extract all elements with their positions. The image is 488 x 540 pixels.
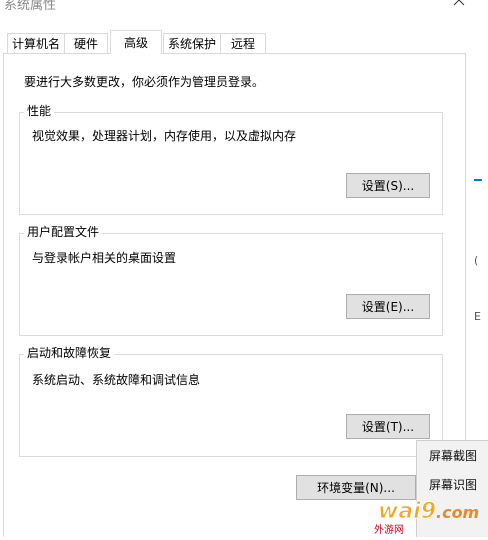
user-profiles-group: [19, 233, 443, 336]
menu-item-screenshot[interactable]: 屏幕截图: [417, 445, 488, 467]
tab-system-protection[interactable]: 系统保护: [163, 33, 221, 53]
title-bar: 系统属性: [0, 0, 488, 13]
tab-computer-name[interactable]: 计算机名: [7, 33, 65, 53]
tab-hardware[interactable]: 硬件: [64, 33, 108, 53]
edge-fragment-2: E: [474, 310, 481, 323]
system-properties-window: 系统属性 计算机名 硬件 高级 系统保护 远程 要进行大多数更改，你必须作为管理…: [0, 0, 488, 537]
performance-legend: 性能: [24, 104, 55, 118]
window-title: 系统属性: [4, 0, 57, 13]
startup-recovery-group: [19, 354, 443, 457]
admin-notice: 要进行大多数更改，你必须作为管理员登录。: [24, 75, 265, 89]
user-profiles-description: 与登录帐户相关的桌面设置: [32, 251, 177, 265]
edge-accent-line: [474, 179, 482, 181]
close-icon: [453, 0, 465, 6]
user-profiles-settings-button[interactable]: 设置(E)...: [346, 294, 430, 319]
user-profiles-legend: 用户配置文件: [24, 225, 103, 239]
environment-variables-button[interactable]: 环境变量(N)...: [296, 475, 416, 500]
tab-advanced[interactable]: 高级: [110, 30, 162, 54]
screenshot-context-menu: 屏幕截图 屏幕识图: [416, 440, 488, 537]
tab-remote[interactable]: 远程: [220, 33, 266, 53]
startup-recovery-description: 系统启动、系统故障和调试信息: [32, 373, 201, 387]
menu-item-image-recognition[interactable]: 屏幕识图: [417, 474, 488, 496]
edge-fragment-1: (: [474, 254, 479, 267]
performance-description: 视觉效果，处理器计划，内存使用，以及虚拟内存: [32, 129, 297, 143]
performance-settings-button[interactable]: 设置(S)...: [346, 173, 430, 198]
startup-recovery-legend: 启动和故障恢复: [24, 346, 115, 360]
performance-group: [19, 112, 443, 215]
startup-recovery-settings-button[interactable]: 设置(T)...: [346, 414, 430, 439]
